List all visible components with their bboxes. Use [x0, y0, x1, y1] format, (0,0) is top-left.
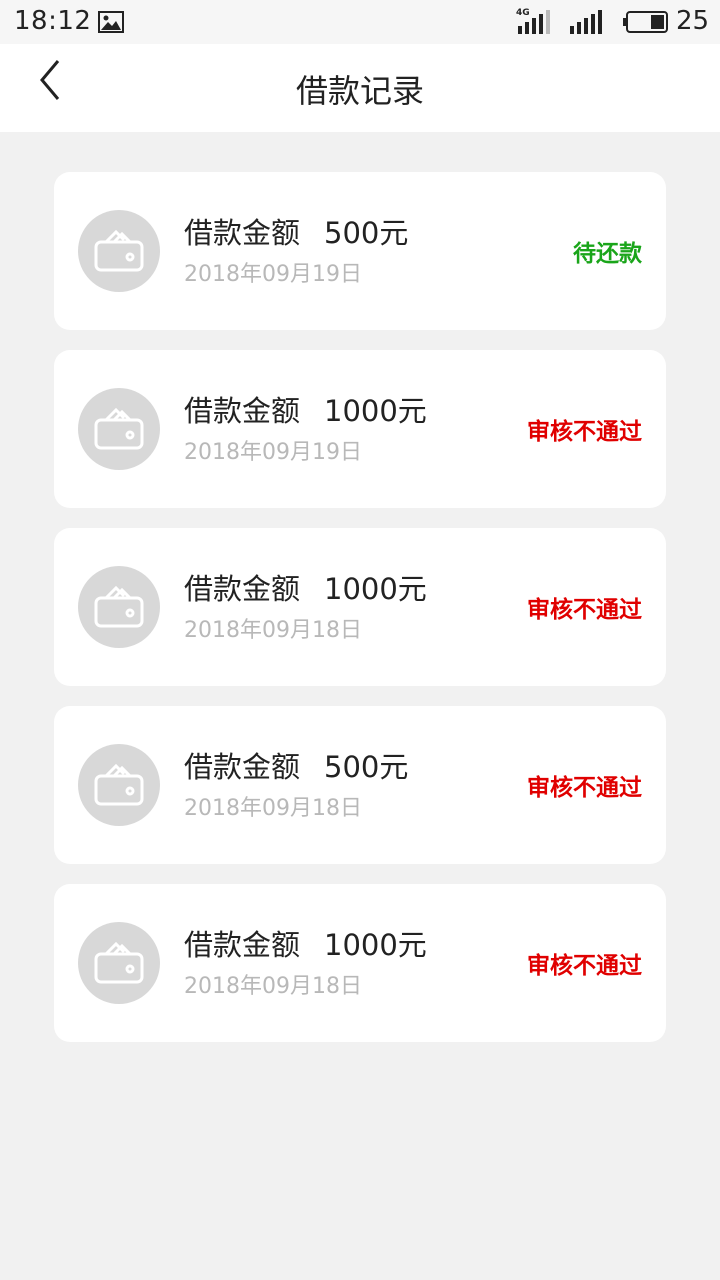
battery-icon	[623, 11, 669, 37]
app-header: 借款记录	[0, 44, 720, 132]
status-badge: 审核不通过	[527, 597, 642, 623]
loan-date: 2018年09月19日	[184, 440, 362, 465]
loan-record-card[interactable]: 借款金额 1000元 2018年09月18日 审核不通过	[54, 884, 666, 1042]
page-title: 借款记录	[295, 72, 424, 110]
status-badge: 待还款	[573, 241, 642, 267]
loan-amount: 1000元	[324, 928, 427, 962]
loan-amount: 500元	[324, 216, 409, 250]
avatar	[78, 922, 160, 1004]
loan-record-card[interactable]: 借款金额 500元 2018年09月18日 审核不通过	[54, 706, 666, 864]
status-badge: 审核不通过	[527, 953, 642, 979]
signal-4g-icon	[518, 10, 554, 38]
amount-label: 借款金额	[184, 216, 301, 250]
loan-record-card[interactable]: 借款金额 1000元 2018年09月18日 审核不通过	[54, 528, 666, 686]
status-bar: 18:12 4G 25	[0, 0, 720, 44]
amount-label: 借款金额	[184, 572, 301, 606]
loan-date: 2018年09月18日	[184, 796, 362, 821]
loan-amount: 500元	[324, 750, 409, 784]
loan-date: 2018年09月18日	[184, 974, 362, 999]
signal-icon	[570, 10, 606, 38]
loan-record-card[interactable]: 借款金额 1000元 2018年09月19日 审核不通过	[54, 350, 666, 508]
battery-percent: 25	[676, 6, 710, 36]
amount-label: 借款金额	[184, 928, 301, 962]
avatar	[78, 744, 160, 826]
loan-amount: 1000元	[324, 394, 427, 428]
avatar	[78, 210, 160, 292]
loan-record-list: 借款金额 500元 2018年09月19日 待还款 借款金额 1000元 2018年09月1…	[54, 172, 666, 1062]
image-notification-icon	[98, 11, 124, 37]
avatar	[78, 388, 160, 470]
status-badge: 审核不通过	[527, 419, 642, 445]
avatar	[78, 566, 160, 648]
amount-label: 借款金额	[184, 394, 301, 428]
loan-date: 2018年09月18日	[184, 618, 362, 643]
loan-record-card[interactable]: 借款金额 500元 2018年09月19日 待还款	[54, 172, 666, 330]
amount-label: 借款金额	[184, 750, 301, 784]
loan-date: 2018年09月19日	[184, 262, 362, 287]
loan-amount: 1000元	[324, 572, 427, 606]
status-badge: 审核不通过	[527, 775, 642, 801]
status-time: 18:12	[14, 6, 92, 36]
